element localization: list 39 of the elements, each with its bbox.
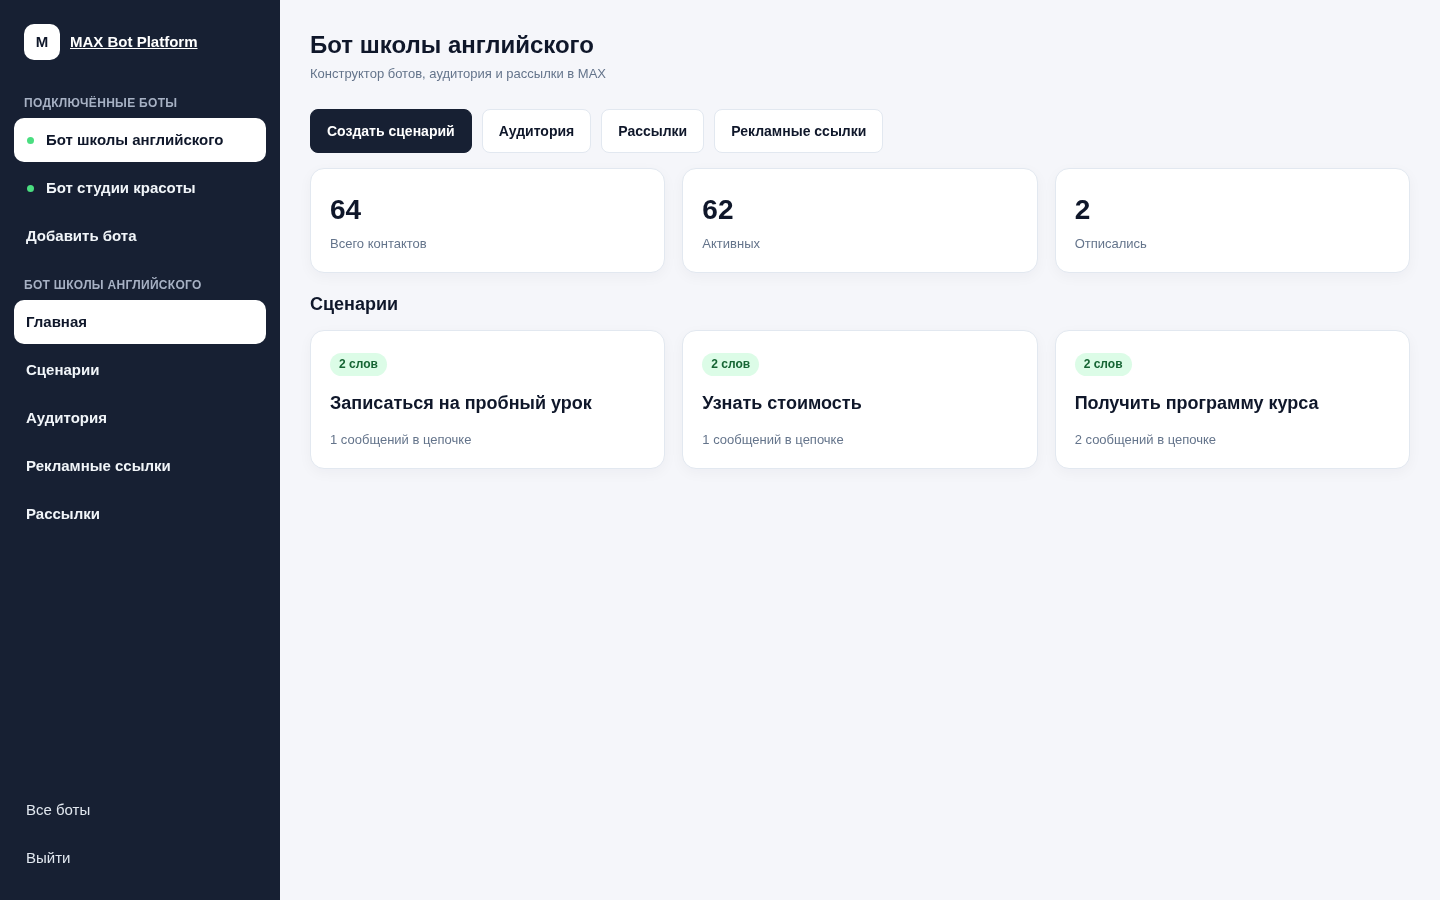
- scenario-subtitle: 1 сообщений в цепочке: [702, 431, 845, 449]
- keyword-count-tag: 2 слов: [1074, 353, 1132, 376]
- stat-label: Отписались: [1074, 235, 1148, 253]
- sidebar-item[interactable]: Добавить бота: [14, 214, 266, 258]
- sidebar-item[interactable]: Рекламные ссылки: [14, 444, 266, 488]
- action-button[interactable]: Рассылки: [601, 109, 705, 153]
- stat-value: 2: [1074, 193, 1092, 227]
- sidebar-item[interactable]: Сценарии: [14, 348, 266, 392]
- sidebar-item[interactable]: Бот студии красоты: [14, 166, 266, 210]
- keyword-count-tag: 2 слов: [330, 353, 387, 376]
- action-button[interactable]: Создать сценарий: [310, 109, 472, 153]
- scenario-card[interactable]: 2 слов Узнать стоимость 1 сообщений в цепочке: [682, 330, 1038, 469]
- scenario-title: Узнать стоимость: [702, 392, 863, 414]
- section-title: Сценарии: [310, 293, 400, 315]
- section-heading: ПОДКЛЮЧЁННЫЕ БОТЫ: [24, 96, 179, 110]
- sidebar-footer-link[interactable]: Выйти: [14, 836, 266, 880]
- section-heading: БОТ ШКОЛЫ АНГЛИЙСКОГО: [24, 278, 203, 292]
- keyword-count-tag: 2 слов: [702, 353, 760, 376]
- sidebar-item[interactable]: Рассылки: [14, 492, 266, 536]
- scenario-card[interactable]: 2 слов Записаться на пробный урок 1 сообщений в цепочке: [310, 330, 666, 469]
- stat-value: 64: [330, 193, 363, 227]
- sidebar-item[interactable]: Аудитория: [14, 396, 266, 440]
- scenario-subtitle: 2 сообщений в цепочке: [1074, 431, 1217, 449]
- stat-label: Активных: [702, 235, 761, 253]
- scenario-title: Записаться на пробный урок: [330, 392, 593, 414]
- action-button[interactable]: Рекламные ссылки: [714, 109, 884, 153]
- sidebar-item[interactable]: Главная: [14, 300, 266, 344]
- brand-logo: M: [24, 24, 60, 60]
- stat-label: Всего контактов: [330, 235, 428, 253]
- action-button[interactable]: Аудитория: [481, 109, 592, 153]
- brand-link[interactable]: MAX Bot Platform: [70, 30, 198, 54]
- scenario-subtitle: 1 сообщений в цепочке: [330, 431, 473, 449]
- scenario-title: Получить программу курса: [1074, 392, 1320, 414]
- stat-value: 62: [702, 193, 735, 227]
- page-subtitle: Конструктор ботов, аудитория и рассылки в MAX: [310, 65, 607, 83]
- sidebar-footer-link[interactable]: Все боты: [14, 788, 266, 832]
- sidebar-item[interactable]: Бот школы английского: [14, 118, 266, 162]
- page-title: Бот школы английского: [310, 30, 595, 59]
- scenario-card[interactable]: 2 слов Получить программу курса 2 сообщений в цепочке: [1054, 330, 1410, 469]
